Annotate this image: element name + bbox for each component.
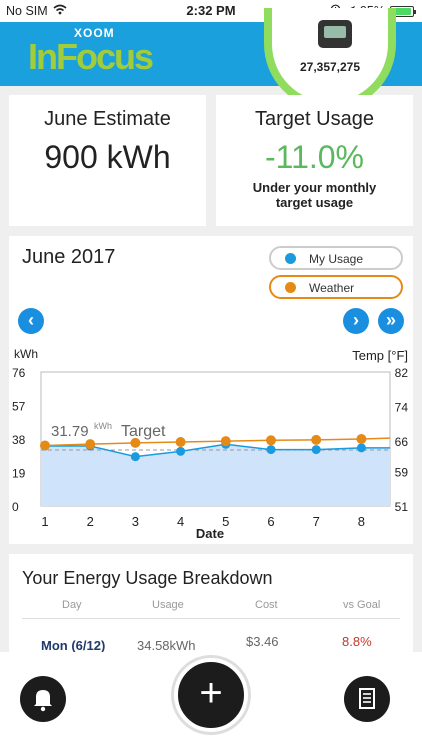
y-left-tick-1: 19 [12, 467, 26, 481]
weather-point-2 [85, 439, 96, 450]
legend-my-usage[interactable]: My Usage [269, 246, 403, 270]
x-tick-1: 1 [41, 514, 48, 529]
row-cost: $3.46 [246, 634, 279, 649]
usage-point-8 [356, 443, 366, 453]
notifications-button[interactable] [20, 676, 66, 722]
usage-chart: kWh Temp [°F] Date 01938577651596674821 2… [12, 347, 409, 541]
y-left-tick-0: 0 [12, 500, 19, 514]
estimate-card: June Estimate 900 kWh [9, 95, 206, 226]
row-day[interactable]: Mon (6/12) [41, 638, 105, 653]
y-left-tick-4: 76 [12, 366, 26, 380]
weather-point-6 [266, 435, 276, 446]
target-title: Target Usage [255, 108, 374, 130]
y-right-tick-1: 59 [395, 465, 409, 479]
y-right-tick-3: 74 [395, 401, 409, 415]
add-button[interactable]: + [174, 658, 248, 732]
col-day: Day [62, 599, 82, 611]
plus-icon: + [199, 671, 223, 715]
y-right-tick-4: 82 [395, 366, 409, 380]
usage-area [41, 444, 390, 506]
x-tick-3: 3 [132, 514, 139, 529]
y-left-tick-2: 38 [12, 433, 26, 447]
target-label: Target [121, 423, 166, 440]
breakdown-title: Your Energy Usage Breakdown [22, 568, 273, 588]
col-usage: Usage [152, 599, 184, 611]
usage-point-3 [130, 452, 140, 462]
target-card: Target Usage -11.0% Under your monthly t… [216, 95, 413, 226]
target-value: -11.0% [264, 139, 364, 175]
x-tick-2: 2 [87, 514, 94, 529]
estimate-value: 900 kWh [44, 139, 171, 175]
weather-point-7 [311, 434, 322, 445]
usage-point-7 [311, 445, 321, 455]
month-title: June 2017 [22, 246, 116, 268]
weather-point-4 [175, 437, 186, 448]
weather-point-5 [220, 436, 231, 447]
weather-dot-icon [285, 282, 296, 293]
logo-infocus: InFocus [28, 36, 154, 77]
row-vs-goal: 8.8% [342, 634, 372, 649]
bottom-bar: + [0, 652, 422, 750]
prev-month-button[interactable]: ‹ [18, 308, 44, 334]
y-left-axis-label: kWh [14, 347, 38, 361]
usage-chart-card: June 2017 My Usage Weather ‹ › » kWh Tem… [9, 236, 413, 544]
weather-point-1 [40, 440, 50, 451]
x-tick-6: 6 [267, 514, 274, 529]
usage-dot-icon [285, 253, 296, 264]
estimate-title: June Estimate [44, 108, 171, 130]
device-count: 27,357,275 [299, 60, 361, 74]
y-right-tick-0: 51 [395, 500, 409, 514]
report-button[interactable] [344, 676, 390, 722]
x-tick-8: 8 [358, 514, 365, 529]
target-subtitle-line1: Under your monthly [252, 180, 377, 195]
app-header: XOOM InFocus 27,357,275 [0, 8, 422, 110]
bell-icon [34, 690, 52, 712]
meter-device-icon [318, 20, 352, 48]
weather-point-8 [356, 434, 367, 444]
y-left-tick-3: 57 [12, 400, 26, 414]
x-tick-4: 4 [177, 514, 184, 529]
y-right-tick-2: 66 [395, 435, 409, 449]
target-value-label: 31.79 [51, 423, 89, 440]
legend-my-usage-label: My Usage [309, 252, 364, 266]
last-month-button[interactable]: » [378, 308, 404, 334]
next-month-button[interactable]: › [343, 308, 369, 334]
document-icon [359, 688, 375, 709]
usage-point-4 [176, 446, 186, 456]
row-usage: 34.58kWh [137, 638, 196, 653]
header-divider [22, 618, 400, 619]
target-subtitle-line2: target usage [275, 195, 354, 210]
x-tick-7: 7 [313, 514, 320, 529]
x-axis-label: Date [196, 526, 224, 541]
y-right-axis-label: Temp [°F] [352, 348, 408, 363]
col-cost: Cost [255, 599, 278, 611]
legend-weather[interactable]: Weather [269, 275, 403, 299]
col-vs-goal: vs Goal [343, 599, 381, 611]
legend-weather-label: Weather [309, 281, 355, 295]
target-unit-label: kWh [94, 421, 112, 431]
x-tick-5: 5 [222, 514, 229, 529]
usage-point-6 [266, 445, 276, 455]
